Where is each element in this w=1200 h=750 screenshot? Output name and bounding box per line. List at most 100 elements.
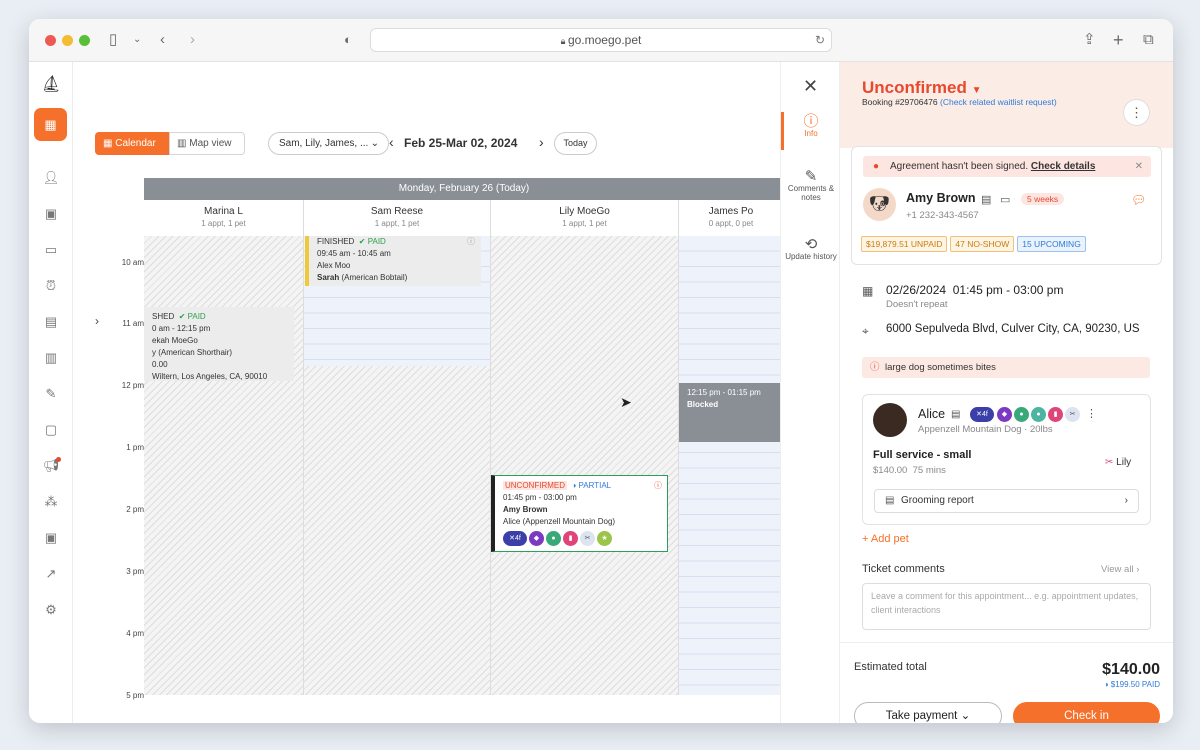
- check-details-link[interactable]: Check details: [1031, 161, 1095, 172]
- staff-column-header[interactable]: Lily MoeGo 1 appt, 1 pet: [491, 200, 679, 236]
- reminders-nav-icon[interactable]: ⏰︎: [39, 276, 63, 296]
- check-in-button[interactable]: Check in: [1013, 702, 1160, 723]
- assigned-staff[interactable]: ✂ Lily: [1105, 457, 1131, 468]
- address-bar[interactable]: 🔒︎ go.moego.pet ↻: [370, 28, 832, 52]
- staff-column-header[interactable]: Marina L1 appt, 1 pet: [144, 200, 304, 236]
- cat-icon: ◆: [529, 531, 544, 546]
- more-options-icon[interactable]: ⋮: [1086, 407, 1097, 420]
- tab-update-history[interactable]: ⟲ Update history: [781, 236, 841, 261]
- tabs-overview-icon[interactable]: ⧉: [1143, 31, 1154, 49]
- info-icon[interactable]: ⓘ: [467, 236, 475, 248]
- close-window-button[interactable]: [45, 35, 56, 46]
- settings-nav-icon[interactable]: ⚙: [39, 600, 63, 620]
- retail-nav-icon[interactable]: ▣: [39, 204, 63, 224]
- appointment-card[interactable]: SHED ✔ PAID 0 am - 12:15 pm ekah MoeGo y…: [144, 307, 294, 381]
- take-payment-button[interactable]: Take payment ⌄: [854, 702, 1002, 723]
- notes-icon[interactable]: ▤: [981, 193, 991, 206]
- client-name[interactable]: Amy Brown: [906, 191, 975, 205]
- clients-nav-icon[interactable]: 👤︎: [39, 168, 63, 188]
- pet-name[interactable]: Alice: [918, 407, 945, 421]
- alert-icon[interactable]: ⓘ: [654, 480, 662, 492]
- reload-icon[interactable]: ↻: [815, 29, 825, 51]
- calendar-grid: Monday, February 26 (Today) Marina L1 ap…: [144, 178, 784, 695]
- notes-icon[interactable]: ▤: [951, 409, 960, 420]
- comment-input[interactable]: Leave a comment for this appointment... …: [862, 583, 1151, 630]
- staff-column[interactable]: [491, 236, 679, 695]
- map-icon: ▥: [177, 138, 190, 149]
- today-button[interactable]: Today: [554, 132, 597, 155]
- prev-week-icon[interactable]: ‹: [389, 134, 394, 150]
- tab-comments-notes[interactable]: ✎ Comments & notes: [781, 169, 841, 202]
- marketing-nav-icon[interactable]: 📢︎: [39, 456, 63, 476]
- vaccine-icon: ●: [546, 531, 561, 546]
- appointment-status[interactable]: Unconfirmed ▼: [862, 78, 981, 98]
- calendar-icon: ▦: [862, 284, 874, 298]
- messages-nav-icon[interactable]: ▭: [39, 240, 63, 260]
- add-pet-button[interactable]: + Add pet: [862, 533, 909, 545]
- appointment-detail-panel: Unconfirmed ▼ Booking #29706476 (Check r…: [840, 62, 1173, 723]
- calendar-nav-icon[interactable]: ▦: [34, 108, 67, 141]
- staff-column-header[interactable]: James Po 0 appt, 0 pet: [679, 200, 784, 236]
- staff-column[interactable]: [304, 236, 491, 695]
- message-icon[interactable]: 💬︎: [1131, 193, 1146, 207]
- no-show-tag[interactable]: 47 NO-SHOW: [950, 236, 1015, 252]
- history-icon: ⟲: [804, 236, 818, 253]
- close-icon[interactable]: ✕: [803, 76, 818, 97]
- expand-chevron-icon[interactable]: ›: [95, 314, 99, 328]
- chevron-down-icon[interactable]: ⌄: [133, 31, 141, 49]
- url-text: go.moego.pet: [567, 33, 642, 47]
- integrations-nav-icon[interactable]: ⁂: [39, 492, 63, 512]
- more-options-icon[interactable]: ⋮: [1123, 99, 1150, 126]
- staff-column[interactable]: [144, 236, 304, 695]
- mouse-cursor-icon: ➤: [620, 394, 632, 410]
- shield-icon[interactable]: ◐: [344, 31, 352, 49]
- lodging-nav-icon[interactable]: ▤: [39, 312, 63, 332]
- appointment-card-selected[interactable]: UNCONFIRMED ◑ PARTIAL ⓘ 01:45 pm - 03:00 …: [491, 475, 668, 552]
- scissors-icon: ✂: [580, 531, 595, 546]
- insights-nav-icon[interactable]: ↗: [39, 564, 63, 584]
- service-name[interactable]: Full service - small: [873, 449, 971, 461]
- paid-badge: ✔ PAID: [358, 237, 386, 246]
- grooming-report-button[interactable]: ▤ Grooming report ›: [874, 489, 1139, 513]
- time-label: 10 am: [121, 258, 144, 267]
- blocked-time-card[interactable]: 12:15 pm - 01:15 pm Blocked: [679, 383, 784, 442]
- share-icon[interactable]: ⇪: [1083, 31, 1096, 49]
- waitlist-link[interactable]: (Check related waitlist request): [940, 97, 1057, 107]
- estimated-total: $140.00: [1102, 661, 1160, 678]
- calendar-view-button[interactable]: ▦ Calendar: [95, 132, 169, 155]
- minimize-window-button[interactable]: [62, 35, 73, 46]
- client-avatar[interactable]: 🐶︎: [863, 188, 896, 221]
- next-week-icon[interactable]: ›: [539, 134, 544, 150]
- view-all-link[interactable]: View all ›: [1101, 564, 1139, 575]
- chevron-down-icon: ⌄: [960, 710, 971, 722]
- edit-nav-icon[interactable]: ✎: [39, 384, 63, 404]
- back-icon[interactable]: ‹: [160, 31, 165, 49]
- unpaid-tag[interactable]: $19,879.51 UNPAID: [861, 236, 948, 252]
- booking-nav-icon[interactable]: ▢: [39, 420, 63, 440]
- staff-filter-dropdown[interactable]: Sam, Lily, James, ... ⌄: [268, 132, 389, 155]
- maximize-window-button[interactable]: [79, 35, 90, 46]
- time-label: 1 pm: [126, 443, 144, 452]
- reports-nav-icon[interactable]: ▥: [39, 348, 63, 368]
- sidebar-toggle-icon[interactable]: ▯: [109, 31, 117, 49]
- chevron-right-icon: ›: [1124, 495, 1128, 506]
- staff-column-header[interactable]: Sam Reese 1 appt, 1 pet: [304, 200, 491, 236]
- new-tab-icon[interactable]: +: [1113, 31, 1124, 49]
- appointment-address[interactable]: 6000 Sepulveda Blvd, Culver City, CA, 90…: [886, 323, 1140, 335]
- appointment-card[interactable]: FINISHED ✔ PAID ⓘ 09:45 am - 10:45 am Ale…: [305, 236, 481, 286]
- upcoming-tag[interactable]: 15 UPCOMING: [1017, 236, 1086, 252]
- pet-alert: ⓘ large dog sometimes bites: [862, 357, 1150, 378]
- forward-icon[interactable]: ›: [190, 31, 195, 49]
- shop-nav-icon[interactable]: ▣: [39, 528, 63, 548]
- warning-icon: ●: [873, 161, 880, 172]
- map-view-button[interactable]: ▥ Map view: [169, 132, 245, 155]
- close-icon[interactable]: ✕: [1135, 156, 1143, 177]
- tab-info[interactable]: ⓘ Info: [781, 114, 841, 138]
- appointment-datetime[interactable]: 02/26/2024 01:45 pm - 03:00 pm: [886, 283, 1063, 297]
- card-icon[interactable]: ▭: [1000, 193, 1010, 206]
- staff-column[interactable]: [679, 236, 784, 695]
- pet-avatar[interactable]: [873, 403, 907, 437]
- repeat-status: Doesn't repeat: [886, 299, 948, 310]
- date-range: Feb 25-Mar 02, 2024: [404, 136, 518, 150]
- client-phone[interactable]: +1 232-343-4567: [906, 210, 979, 221]
